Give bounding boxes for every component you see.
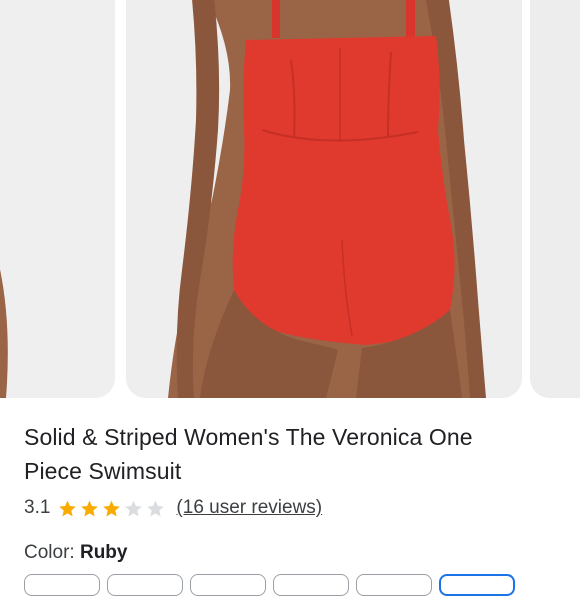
- color-swatch[interactable]: [356, 574, 432, 596]
- star-filled-icon: [81, 500, 99, 516]
- product-image-previous[interactable]: [0, 0, 115, 398]
- image-gallery[interactable]: [0, 0, 580, 398]
- color-swatch[interactable]: [107, 574, 183, 596]
- color-swatch[interactable]: [273, 574, 349, 596]
- rating-value: 3.1: [24, 497, 51, 518]
- color-swatch[interactable]: [24, 574, 100, 596]
- product-title: Solid & Striped Women's The Veronica One…: [24, 420, 554, 488]
- color-swatch[interactable]: [190, 574, 266, 596]
- product-title-line-1: Solid & Striped Women's The Veronica One: [24, 424, 473, 450]
- product-image-next[interactable]: [530, 0, 580, 398]
- product-image-main[interactable]: [126, 0, 522, 398]
- star-filled-icon: [59, 500, 77, 516]
- star-empty-icon: [147, 500, 165, 516]
- star-filled-icon: [103, 500, 121, 516]
- user-reviews-link[interactable]: (16 user reviews): [176, 497, 322, 519]
- color-selector-label: Color: Ruby: [24, 542, 127, 564]
- swimsuit-photo-next: [530, 0, 580, 398]
- color-swatch-list: [24, 574, 522, 596]
- color-swatch-selected[interactable]: [439, 574, 515, 596]
- selected-color-name: Ruby: [79, 542, 128, 563]
- swimsuit-photo-previous: [0, 0, 115, 398]
- star-empty-icon: [125, 500, 143, 516]
- color-label: Color:: [24, 542, 75, 563]
- rating-row: 3.1 (16 user reviews): [24, 494, 322, 522]
- star-rating: [58, 499, 168, 518]
- swimsuit-photo: [126, 0, 522, 398]
- product-title-line-2: Piece Swimsuit: [24, 458, 182, 484]
